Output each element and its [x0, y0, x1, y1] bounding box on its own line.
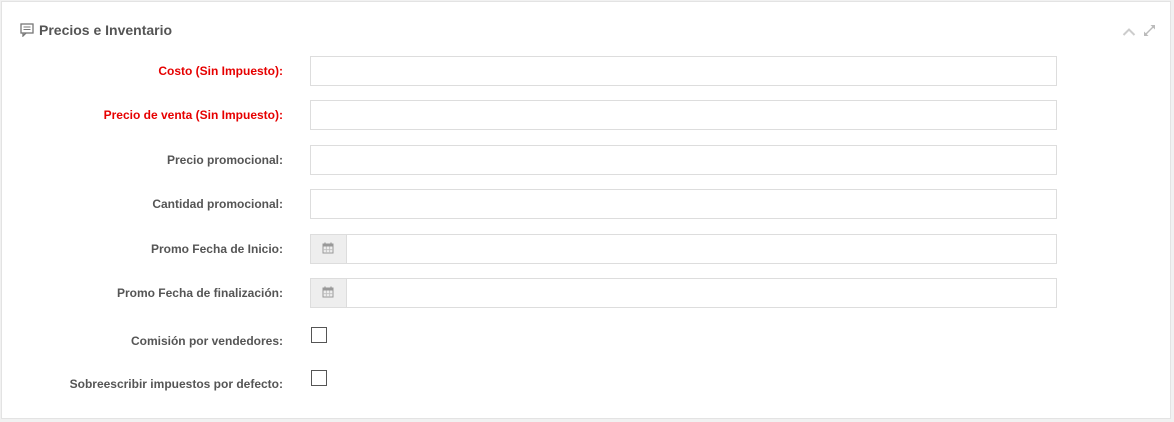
sale-price-label: Precio de venta (Sin Impuesto):	[103, 108, 283, 122]
override-taxes-checkbox[interactable]	[311, 370, 327, 386]
promo-end-label: Promo Fecha de finalización:	[116, 286, 283, 300]
panel-header: Precios e Inventario	[2, 2, 1170, 46]
chevron-up-icon[interactable]	[1122, 25, 1136, 37]
promo-end-row: Promo Fecha de finalización:	[2, 278, 1170, 308]
promo-price-input[interactable]	[310, 145, 1057, 175]
commission-row: Comisión por vendedores:	[2, 326, 1170, 356]
calendar-icon[interactable]	[311, 235, 347, 263]
sale-price-input[interactable]	[310, 100, 1057, 130]
promo-end-input[interactable]	[347, 279, 1055, 307]
promo-start-row: Promo Fecha de Inicio:	[2, 234, 1170, 264]
override-taxes-row: Sobreescribir impuestos por defecto:	[2, 369, 1170, 399]
promo-price-row: Precio promocional:	[2, 145, 1170, 175]
calendar-icon[interactable]	[311, 279, 347, 307]
expand-icon[interactable]	[1143, 24, 1156, 37]
promo-price-label: Precio promocional:	[166, 153, 283, 167]
promo-quantity-label: Cantidad promocional:	[152, 197, 283, 211]
promo-start-label: Promo Fecha de Inicio:	[150, 242, 283, 256]
promo-quantity-input[interactable]	[310, 189, 1057, 219]
prices-inventory-panel: Precios e Inventario Costo (Sin Impuesto…	[1, 1, 1171, 419]
promo-end-date-group	[310, 278, 1057, 308]
cost-label: Costo (Sin Impuesto):	[158, 64, 283, 78]
commission-label: Comisión por vendedores:	[130, 334, 283, 348]
promo-quantity-row: Cantidad promocional:	[2, 189, 1170, 219]
sale-price-row: Precio de venta (Sin Impuesto):	[2, 100, 1170, 130]
cost-input[interactable]	[310, 56, 1057, 86]
commission-checkbox[interactable]	[311, 327, 327, 343]
promo-start-date-group	[310, 234, 1057, 264]
override-taxes-label: Sobreescribir impuestos por defecto:	[69, 377, 283, 391]
comment-icon	[20, 23, 34, 38]
cost-row: Costo (Sin Impuesto):	[2, 56, 1170, 86]
promo-start-input[interactable]	[347, 235, 1055, 263]
panel-title: Precios e Inventario	[39, 22, 173, 38]
